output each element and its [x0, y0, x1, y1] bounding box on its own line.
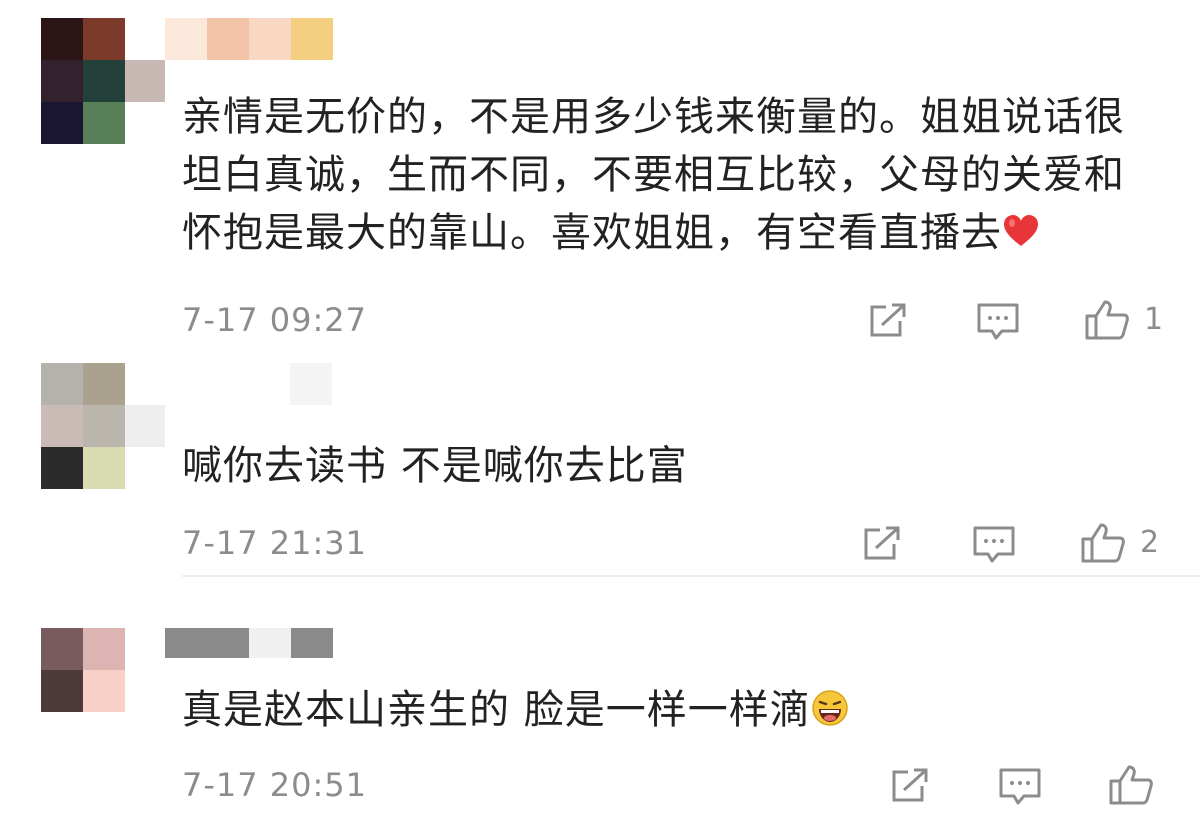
reply-icon[interactable]: [976, 301, 1020, 341]
comment-item: 真是赵本山亲生的 脸是一样一样滴 7-17 20:51: [0, 577, 1200, 837]
like-icon[interactable]: [1084, 299, 1130, 341]
comment-meta: 7-17 20:51: [182, 760, 1170, 810]
laughing-face-icon: [811, 689, 849, 727]
comment-meta: 7-17 21:31 2: [182, 518, 1170, 568]
red-heart-icon: [1002, 212, 1040, 250]
comment-text-content: 喊你去读书 不是喊你去比富: [182, 443, 688, 489]
avatar-edge: [125, 405, 165, 447]
comment-item: 喊你去读书 不是喊你去比富 7-17 21:31 2: [0, 355, 1200, 575]
avatar[interactable]: [41, 628, 125, 712]
comment-date: 7-17 09:27: [182, 301, 368, 339]
share-icon[interactable]: [866, 301, 910, 341]
avatar-lower[interactable]: [41, 60, 125, 144]
comment-date: 7-17 21:31: [182, 524, 368, 562]
avatar[interactable]: [41, 363, 125, 489]
like-button[interactable]: 1: [1084, 299, 1163, 341]
share-icon[interactable]: [860, 524, 904, 564]
like-count: 2: [1140, 525, 1160, 560]
comment-item: 亲情是无价的，不是用多少钱来衡量的。姐姐说话很坦白真诚，生而不同，不要相互比较，…: [0, 0, 1200, 355]
like-button[interactable]: 2: [1080, 522, 1159, 564]
like-count: 1: [1144, 302, 1164, 337]
reply-icon[interactable]: [972, 524, 1016, 564]
comment-text: 亲情是无价的，不是用多少钱来衡量的。姐姐说话很坦白真诚，生而不同，不要相互比较，…: [182, 88, 1160, 262]
comment-date: 7-17 20:51: [182, 766, 368, 804]
username[interactable]: [165, 628, 333, 658]
username[interactable]: [290, 363, 332, 405]
comment-text-content: 真是赵本山亲生的 脸是一样一样滴: [182, 687, 811, 733]
comment-text: 真是赵本山亲生的 脸是一样一样滴: [182, 681, 1160, 739]
like-icon[interactable]: [1108, 764, 1154, 806]
username[interactable]: [165, 18, 333, 60]
share-icon[interactable]: [888, 766, 932, 806]
comment-text: 喊你去读书 不是喊你去比富: [182, 437, 1160, 495]
reply-icon[interactable]: [998, 766, 1042, 806]
avatar-edge: [125, 60, 165, 102]
comment-meta: 7-17 09:27 1: [182, 295, 1170, 345]
like-icon[interactable]: [1080, 522, 1126, 564]
comment-text-content: 亲情是无价的，不是用多少钱来衡量的。姐姐说话很坦白真诚，生而不同，不要相互比较，…: [182, 94, 1125, 256]
like-button[interactable]: [1108, 764, 1168, 806]
